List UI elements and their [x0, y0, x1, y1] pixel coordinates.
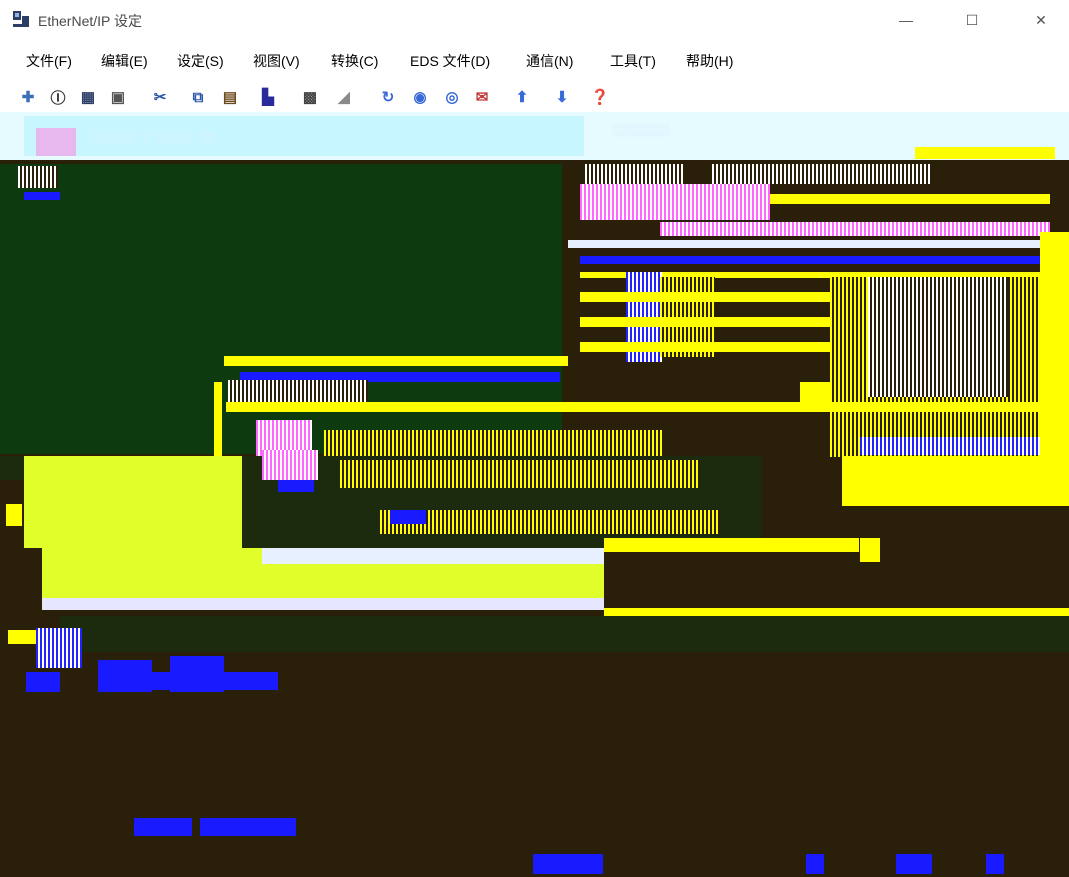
network-icon[interactable]: ▦ — [78, 87, 98, 107]
glitch-dark-panel — [60, 616, 1069, 652]
config-icon[interactable]: ▩ — [300, 87, 320, 107]
glitch-blue-block — [533, 854, 603, 874]
glitch-yellow-bar — [800, 382, 830, 404]
download-icon[interactable]: ⬇ — [552, 87, 572, 107]
cut-icon[interactable]: ✂ — [150, 87, 170, 107]
glitch-hatch — [36, 628, 82, 668]
menu-eds-file[interactable]: EDS 文件(D) — [410, 51, 490, 71]
network-app-icon — [13, 11, 29, 27]
offline-icon[interactable]: ◎ — [442, 87, 462, 107]
glitch-hatch — [868, 277, 1008, 397]
upload-icon[interactable]: ⬆ — [512, 87, 532, 107]
glitch-yellow-bar — [915, 147, 1055, 159]
toolbar: ✚ Ⓘ ▦ ▣ ✂ ⧉ ▤ ▙ ▩ ◢ ↻ ◉ ◎ ✉ ⬆ ⬇ ❓ — [0, 82, 1069, 112]
glitch-hatch — [228, 380, 368, 402]
menu-bar: 文件(F) 编辑(E) 设定(S) 视图(V) 转换(C) EDS 文件(D) … — [0, 40, 1069, 80]
glitch-light-bar — [42, 598, 604, 610]
glitch-blue-block — [200, 818, 296, 836]
paste-icon[interactable]: ▤ — [220, 87, 240, 107]
info-icon[interactable]: Ⓘ — [48, 87, 68, 107]
glitch-pink-tile — [36, 128, 76, 156]
glitch-yellow-bar — [1040, 232, 1069, 472]
maximize-button[interactable]: ☐ — [949, 0, 995, 40]
glitch-blue-block — [896, 854, 932, 874]
menu-edit[interactable]: 编辑(E) — [101, 51, 148, 71]
glitch-yellow-bar — [580, 342, 830, 352]
help-icon[interactable]: ❓ — [590, 87, 610, 107]
glitch-yellow-bar — [580, 317, 830, 327]
copy-icon[interactable]: ⧉ — [188, 87, 208, 107]
glitch-blue-bar — [278, 480, 314, 492]
glitch-yellow-bar — [226, 402, 1046, 412]
glitch-yellow-bar — [860, 538, 880, 562]
connect-icon[interactable]: ✚ — [18, 87, 38, 107]
glitch-hatch — [712, 164, 932, 184]
glitch-yellow-bar — [6, 504, 22, 526]
glitch-hatch — [860, 437, 1040, 455]
menu-communication[interactable]: 通信(N) — [526, 51, 573, 71]
glitch-hatch — [18, 166, 58, 188]
glitch-hatch — [380, 510, 720, 534]
online-icon[interactable]: ◉ — [410, 87, 430, 107]
glitch-blue-bar — [580, 256, 1040, 264]
glitch-hatch — [580, 184, 770, 220]
glitch-blue-bar — [390, 510, 426, 524]
glitch-light-bar — [262, 548, 604, 564]
glitch-yellow-bar — [214, 382, 222, 462]
glitch-yellow-bar — [770, 194, 1050, 204]
menu-view[interactable]: 视图(V) — [253, 51, 300, 71]
glitch-blue-block — [26, 672, 60, 692]
minimize-button[interactable]: — — [883, 0, 929, 40]
glitch-blue-bar — [24, 192, 60, 200]
glitch-hatch — [585, 164, 685, 184]
glitch-blue-block — [806, 854, 824, 874]
glitch-yellow-bar — [224, 356, 568, 366]
glitch-dark-bar — [870, 506, 1020, 516]
close-button[interactable]: ✕ — [1018, 0, 1064, 40]
glitch-light-bar — [568, 240, 1043, 248]
glitch-hatch — [660, 222, 1050, 236]
device-icon[interactable]: ▙ — [258, 87, 278, 107]
title-bar: EtherNet/IP 设定 — ☐ ✕ — [0, 0, 1069, 40]
glitch-hatch — [262, 450, 318, 480]
refresh-icon[interactable]: ↻ — [378, 87, 398, 107]
glitch-faint-text-right: ▒▒▒▒▒▒▒▒ — [612, 124, 670, 138]
edit-icon[interactable]: ◢ — [334, 87, 354, 107]
glitch-faint-text: ▒▒▒▒▒▒ ▒ ▒▒▒▒▒ ▒▒ — [92, 132, 215, 146]
menu-settings[interactable]: 设定(S) — [177, 51, 224, 71]
window-title: EtherNet/IP 设定 — [38, 13, 143, 29]
corrupted-render-area: ▒▒▒▒▒▒ ▒ ▒▒▒▒▒ ▒▒ ▒▒▒▒▒▒▒▒ — [0, 112, 1069, 877]
glitch-blue-block — [134, 818, 192, 836]
glitch-yellow-bar — [580, 292, 830, 302]
menu-convert[interactable]: 转换(C) — [331, 51, 378, 71]
glitch-blue-block — [986, 854, 1004, 874]
glitch-lime-block — [24, 456, 242, 548]
copy-window-icon[interactable]: ▣ — [108, 87, 128, 107]
glitch-dark-panel — [0, 456, 24, 480]
menu-tools[interactable]: 工具(T) — [610, 51, 656, 71]
menu-file[interactable]: 文件(F) — [26, 51, 72, 71]
mail-icon[interactable]: ✉ — [472, 87, 492, 107]
glitch-yellow-bar — [604, 538, 859, 552]
glitch-blue-block — [130, 672, 278, 690]
menu-help[interactable]: 帮助(H) — [686, 51, 733, 71]
glitch-hatch — [340, 460, 700, 488]
glitch-yellow-block — [842, 456, 1069, 506]
